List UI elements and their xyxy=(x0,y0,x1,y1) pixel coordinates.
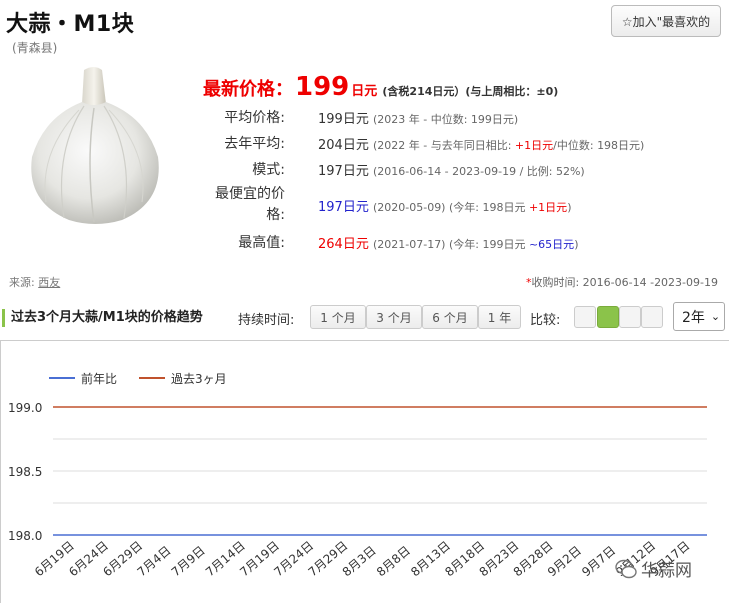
row-value: 204日元 xyxy=(318,138,369,153)
y-tick-label: 198.5 xyxy=(8,465,42,479)
row-value: 197日元 xyxy=(318,164,369,179)
latest-price-label: 最新价格： xyxy=(203,79,293,100)
tab-1-month[interactable]: 1 个月 xyxy=(310,305,366,329)
legend-label: 前年比 xyxy=(81,371,117,386)
collection-period-text: 收购时间: 2016-06-14 -2023-09-19 xyxy=(531,276,718,289)
source-label: 来源: xyxy=(9,276,35,289)
row-note: (2023 年 - 中位数: 199日元) xyxy=(372,113,519,126)
row-note: (2020-05-09) (今年: 198日元 xyxy=(372,201,529,214)
year-select-value: 2年 xyxy=(682,309,705,326)
latest-price: 最新价格：199 日元 (含税214日元）(与上周相比：±0) xyxy=(203,72,558,102)
y-tick-label: 199.0 xyxy=(8,401,42,415)
y-tick-label: 198.0 xyxy=(8,529,42,543)
year-select[interactable]: 2年 ⌄ xyxy=(673,302,725,331)
compare-option-4[interactable] xyxy=(641,306,663,328)
collection-period: *收购时间: 2016-06-14 -2023-09-19 xyxy=(526,274,718,290)
x-tick-label: 9月7日 xyxy=(579,543,618,579)
add-favorite-button[interactable]: ☆加入"最喜欢的 xyxy=(611,5,721,37)
row-value: 264日元 xyxy=(318,237,369,252)
row-note: 198日元) xyxy=(597,139,645,152)
compare-option-1[interactable] xyxy=(574,306,596,328)
x-tick-label: 7月9日 xyxy=(169,543,208,579)
tab-1-year[interactable]: 1 年 xyxy=(478,305,521,329)
duration-label: 持续时间: xyxy=(238,313,295,328)
section-title: 过去3个月大蒜/M1块的价格趋势 xyxy=(2,309,203,327)
row-label: 平均价格: xyxy=(224,110,285,126)
row-value: 197日元 xyxy=(318,200,369,215)
compare-option-2[interactable] xyxy=(597,306,619,328)
latest-price-note: (含税214日元）(与上周相比：±0) xyxy=(382,85,559,98)
row-label: 去年平均: xyxy=(224,136,285,152)
tab-3-months[interactable]: 3 个月 xyxy=(366,305,422,329)
watermark-text: 华蒜网 xyxy=(641,561,692,581)
compare-option-3[interactable] xyxy=(619,306,641,328)
garlic-image xyxy=(31,67,159,224)
row-value: 199日元 xyxy=(318,112,369,127)
source-link[interactable]: 西友 xyxy=(38,276,60,289)
chevron-down-icon: ⌄ xyxy=(710,310,721,323)
tab-6-months[interactable]: 6 个月 xyxy=(422,305,478,329)
row-label: 模式: xyxy=(252,162,285,178)
compare-label: 比较: xyxy=(530,313,561,328)
row-note: ) xyxy=(567,201,572,214)
row-note: (2016-06-14 - 2023-09-19 / 比例: 52%) xyxy=(372,165,585,178)
row-note: ) xyxy=(574,238,579,251)
watermark: 华蒜网 xyxy=(615,556,692,581)
wechat-icon xyxy=(615,559,637,578)
row-label: 最便宜的价格: xyxy=(215,186,285,223)
source-info: 来源: 西友 xyxy=(9,274,60,290)
row-note: (2022 年 - 与去年同日相比: xyxy=(372,139,515,152)
region-label: (青森县) xyxy=(12,41,58,55)
row-note: (2021-07-17) (今年: 199日元 xyxy=(372,238,529,251)
page-title: 大蒜・M1块 xyxy=(6,12,135,37)
row-label: 最高值: xyxy=(238,235,285,251)
row-note: /中位数: xyxy=(553,139,598,152)
latest-price-value: 199 xyxy=(295,72,350,102)
row-diff: ~65日元 xyxy=(528,238,575,251)
legend-label: 過去3ヶ月 xyxy=(171,372,227,386)
latest-price-unit: 日元 xyxy=(351,84,378,99)
row-diff: +1日元 xyxy=(514,139,554,152)
row-diff: +1日元 xyxy=(528,201,568,214)
x-tick-label: 8月8日 xyxy=(374,543,413,579)
